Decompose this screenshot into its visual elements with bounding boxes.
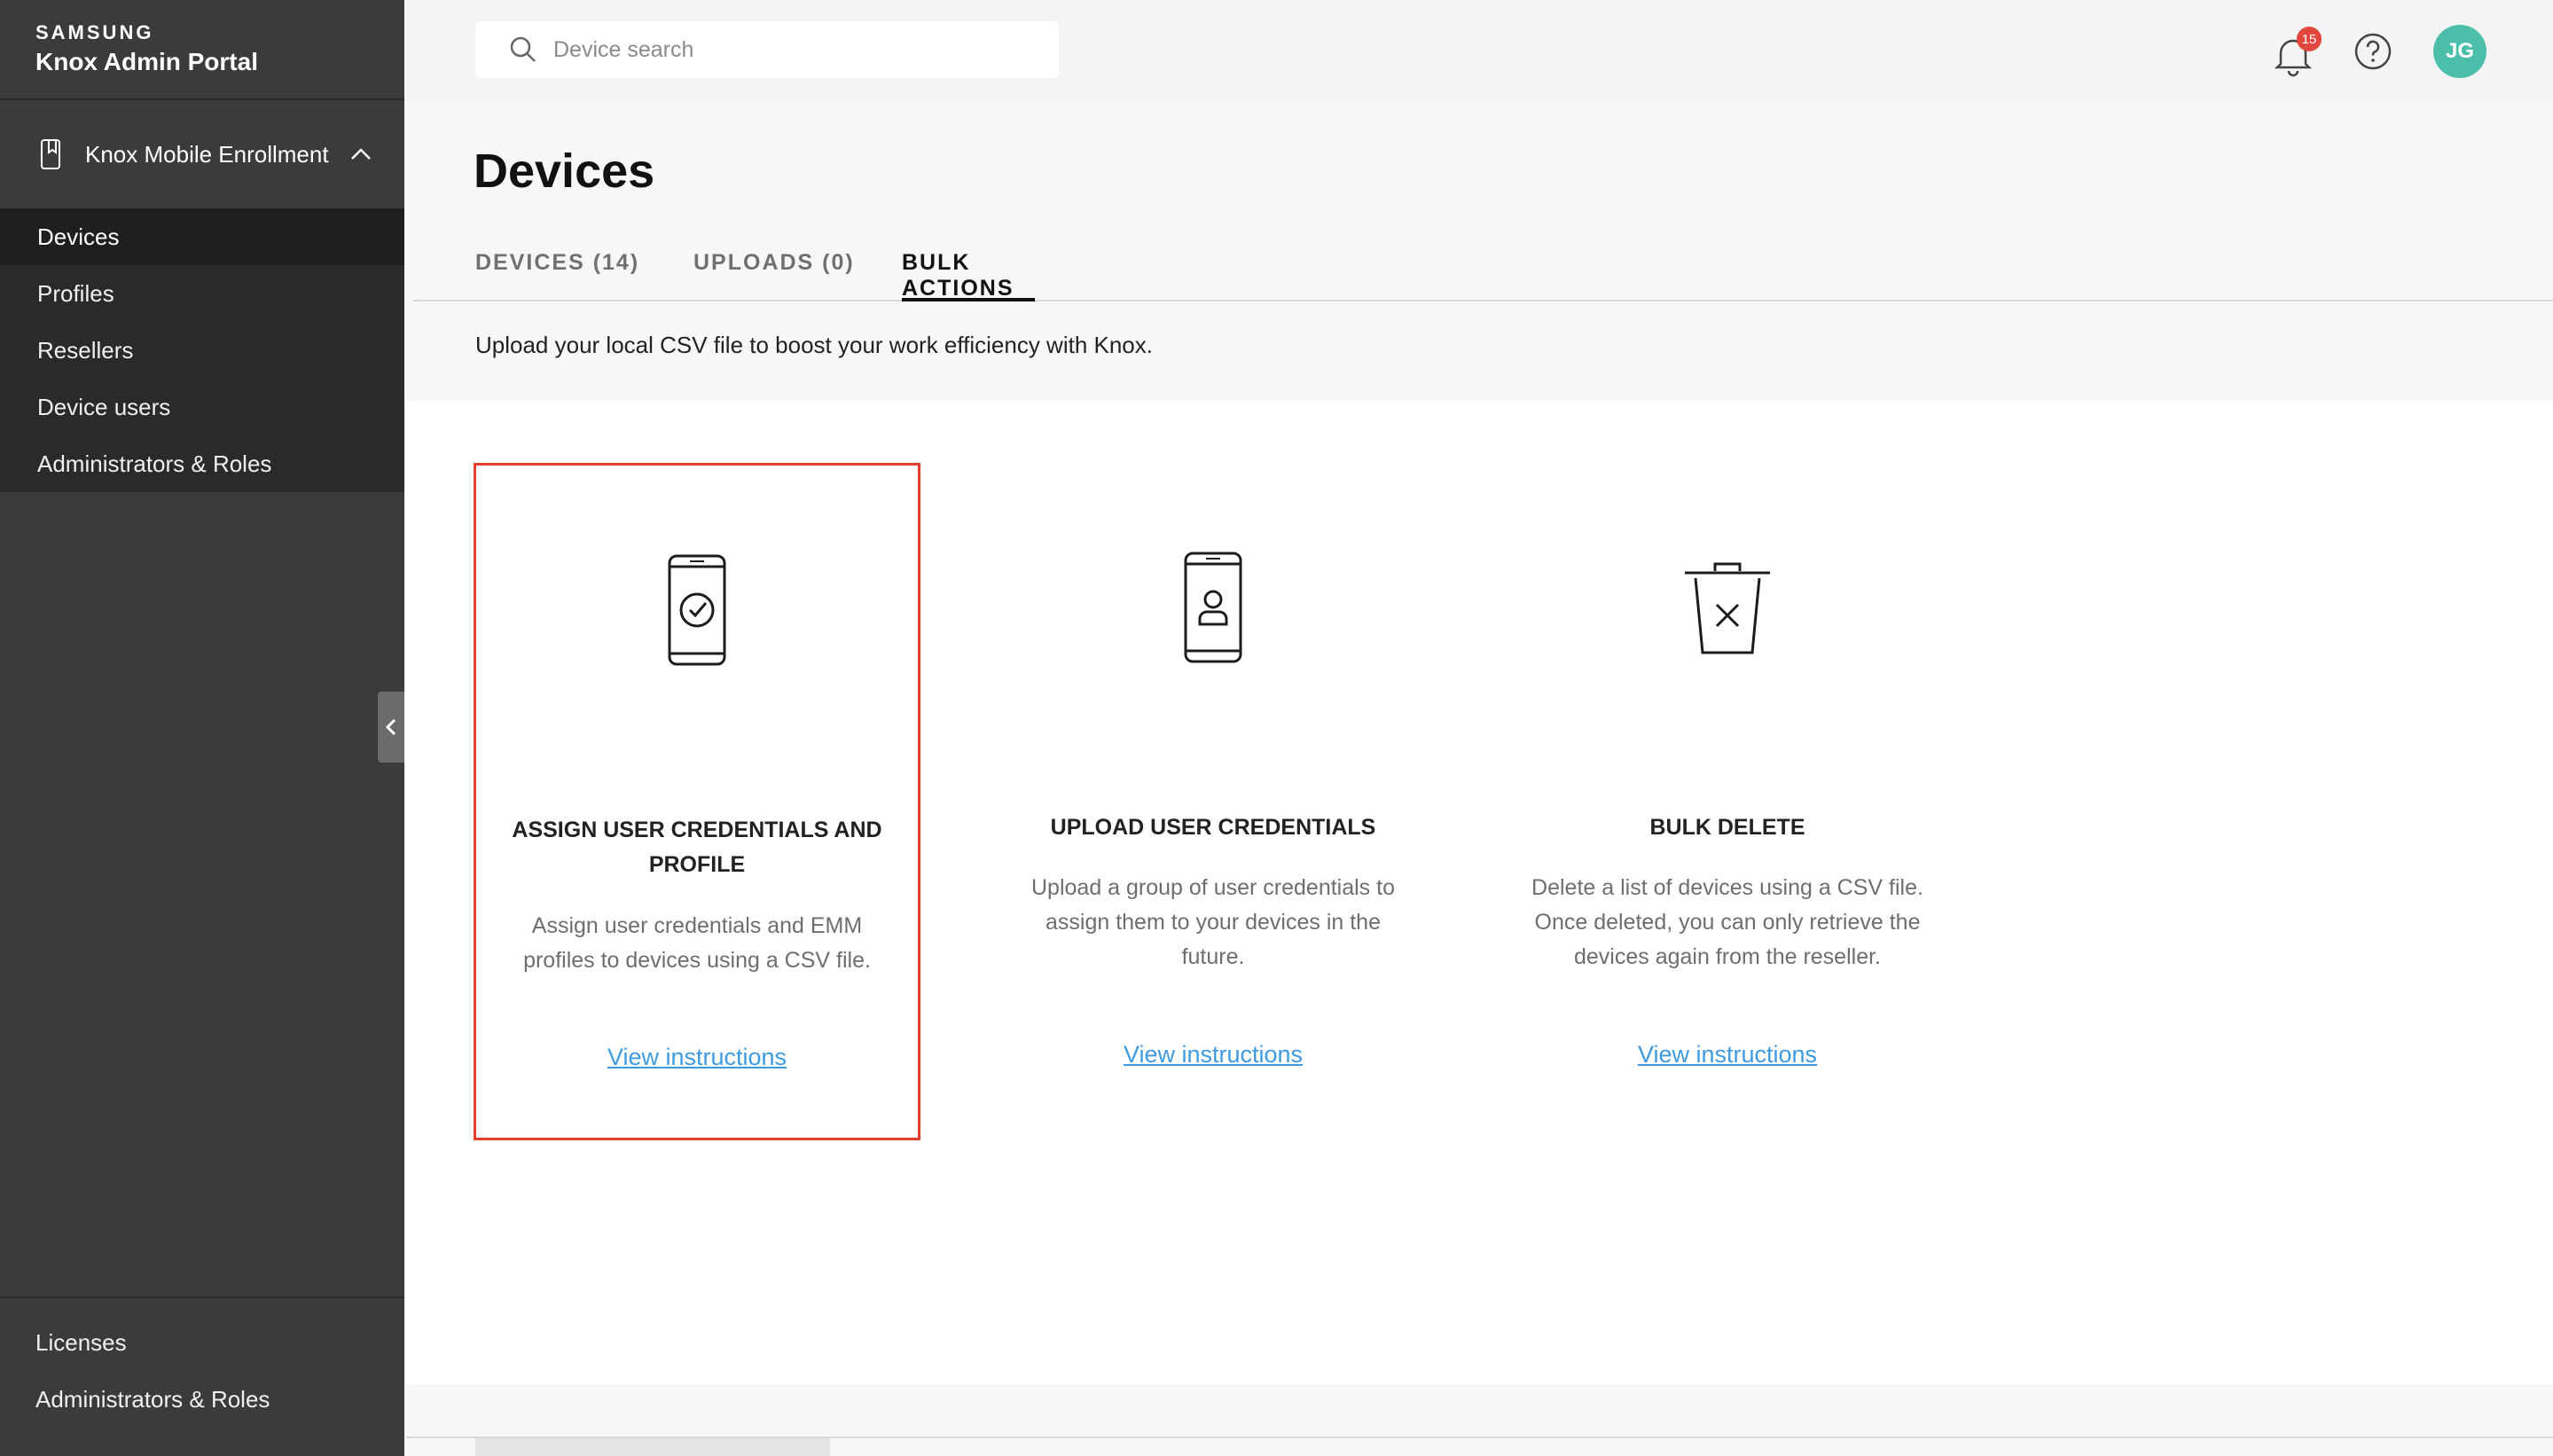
- sidebar-item-resellers[interactable]: Resellers: [0, 322, 404, 379]
- footer-tab: [475, 1438, 830, 1456]
- sidebar-item-bottom-administrators-roles[interactable]: Administrators & Roles: [0, 1371, 404, 1428]
- brand-product: Knox Admin Portal: [35, 48, 258, 75]
- search-input[interactable]: [553, 36, 1014, 63]
- sidebar-item-profiles[interactable]: Profiles: [0, 265, 404, 322]
- tab-bulk-actions[interactable]: BULK ACTIONS: [902, 241, 1035, 301]
- notification-badge: 15: [2297, 27, 2322, 51]
- card-title: BULK DELETE: [1649, 815, 1805, 840]
- card-description: Upload a group of user credentials to as…: [1031, 875, 1395, 969]
- sidebar-bottom: Licenses Administrators & Roles: [0, 1296, 404, 1456]
- chevron-up-icon[interactable]: [348, 145, 373, 163]
- view-instructions-link[interactable]: View instructions: [1504, 1041, 1951, 1069]
- card-title: ASSIGN USER CREDENTIALS AND PROFILE: [512, 818, 882, 877]
- top-icons: 15 JG: [2274, 25, 2486, 78]
- phone-check-icon: [668, 554, 726, 666]
- view-instructions-link[interactable]: View instructions: [476, 1044, 918, 1071]
- sidebar: SAMSUNG Knox Admin Portal Knox Mobile En…: [0, 0, 404, 1456]
- sidebar-item-licenses[interactable]: Licenses: [0, 1314, 404, 1371]
- card-assign-credentials[interactable]: ASSIGN USER CREDENTIALS AND PROFILE Assi…: [474, 463, 920, 1140]
- view-instructions-link[interactable]: View instructions: [990, 1041, 1437, 1069]
- top-bar: 15 JG: [406, 0, 2553, 99]
- search-icon: [510, 36, 536, 62]
- sidebar-section-kme[interactable]: Knox Mobile Enrollment: [0, 100, 404, 208]
- sidebar-nav: Devices Profiles Resellers Device users …: [0, 208, 404, 492]
- sidebar-item-devices[interactable]: Devices: [0, 208, 404, 265]
- trash-x-icon: [1685, 562, 1770, 654]
- bulk-actions-content: ASSIGN USER CREDENTIALS AND PROFILE Assi…: [406, 401, 2553, 1385]
- help-icon[interactable]: [2353, 32, 2392, 71]
- sidebar-item-device-users[interactable]: Device users: [0, 379, 404, 435]
- tab-uploads[interactable]: UPLOADS (0): [693, 241, 855, 301]
- card-description: Assign user credentials and EMM profiles…: [523, 913, 871, 973]
- page-subtitle: Upload your local CSV file to boost your…: [475, 332, 1153, 358]
- sidebar-collapse-button[interactable]: [378, 692, 404, 763]
- card-title: UPLOAD USER CREDENTIALS: [1050, 815, 1376, 840]
- brand-logo[interactable]: SAMSUNG Knox Admin Portal: [0, 0, 404, 100]
- notifications-button[interactable]: 15: [2274, 27, 2322, 77]
- card-upload-credentials[interactable]: UPLOAD USER CREDENTIALS Upload a group o…: [990, 463, 1437, 1140]
- chevron-left-icon: [385, 718, 396, 736]
- phone-user-icon: [1184, 552, 1242, 663]
- card-description: Delete a list of devices using a CSV fil…: [1531, 875, 1923, 969]
- page-title: Devices: [474, 145, 655, 198]
- footer-band: [406, 1385, 2553, 1456]
- search-box[interactable]: [475, 21, 1059, 78]
- avatar[interactable]: JG: [2433, 25, 2486, 78]
- sidebar-item-administrators-roles[interactable]: Administrators & Roles: [0, 435, 404, 492]
- sidebar-section-label: Knox Mobile Enrollment: [85, 140, 329, 168]
- tab-bar: DEVICES (14) UPLOADS (0) BULK ACTIONS: [413, 241, 2553, 301]
- tab-devices[interactable]: DEVICES (14): [475, 241, 639, 301]
- card-bulk-delete[interactable]: BULK DELETE Delete a list of devices usi…: [1504, 463, 1951, 1140]
- page-header: Devices DEVICES (14) UPLOADS (0) BULK AC…: [406, 99, 2553, 401]
- brand-company: SAMSUNG: [35, 21, 154, 43]
- phone-bookmark-icon: [41, 139, 60, 169]
